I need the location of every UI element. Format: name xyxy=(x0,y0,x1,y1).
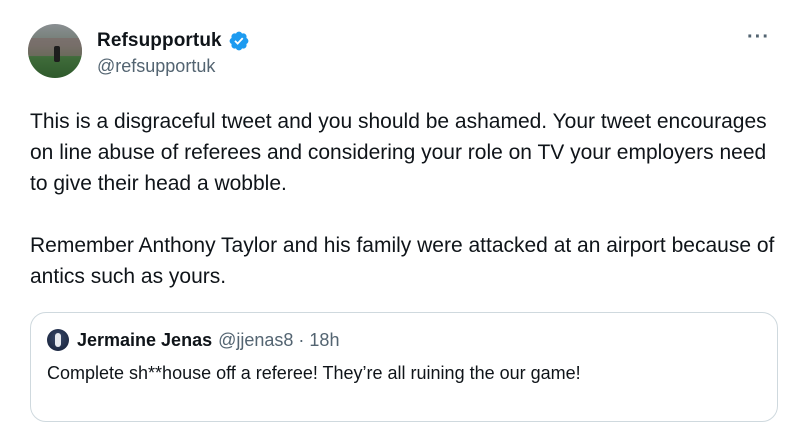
quoted-author-avatar[interactable] xyxy=(47,329,69,351)
author-name-row: Refsupportuk xyxy=(97,30,250,52)
tweet-text: This is a disgraceful tweet and you shou… xyxy=(30,106,775,292)
tweet-card: Refsupportuk @refsupportuk ··· This is a… xyxy=(0,0,800,422)
quoted-tweet-header: Jermaine Jenas @jjenas8 · 18h xyxy=(47,329,339,351)
author-handle[interactable]: @refsupportuk xyxy=(97,56,215,77)
quoted-author-handle[interactable]: @jjenas8 xyxy=(218,330,293,351)
more-options-icon[interactable]: ··· xyxy=(747,26,770,49)
quoted-separator: · xyxy=(298,329,305,350)
author-display-name[interactable]: Refsupportuk xyxy=(97,30,222,52)
author-avatar[interactable] xyxy=(28,24,82,78)
quoted-tweet[interactable]: Jermaine Jenas @jjenas8 · 18h Complete s… xyxy=(30,312,778,422)
verified-badge-icon xyxy=(229,31,249,51)
tweet-paragraph: This is a disgraceful tweet and you shou… xyxy=(30,110,767,195)
avatar-figure-shape xyxy=(54,46,60,62)
quoted-author-name[interactable]: Jermaine Jenas xyxy=(77,330,212,351)
quoted-tweet-text: Complete sh**house off a referee! They’r… xyxy=(47,363,581,383)
quoted-timestamp[interactable]: 18h xyxy=(309,330,339,351)
tweet-paragraph: Remember Anthony Taylor and his family w… xyxy=(30,234,775,288)
